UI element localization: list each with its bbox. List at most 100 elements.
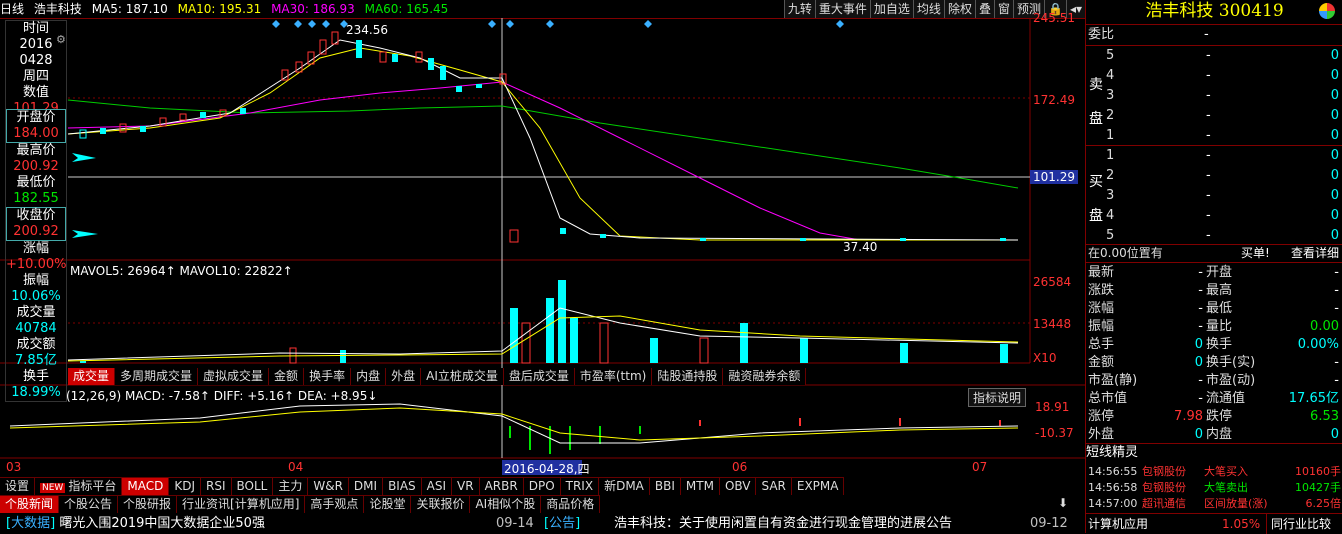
tab-obv[interactable]: OBV (719, 478, 757, 495)
tab-rsi[interactable]: RSI (201, 478, 232, 495)
industry-compare-button[interactable]: 同行业比较 (1266, 514, 1331, 534)
level-price: - (1206, 168, 1211, 183)
tab-main-force[interactable]: 主力 (273, 478, 309, 495)
volume-label: 成交量 (16, 305, 56, 320)
new-badge: NEW (40, 483, 66, 493)
exright-button[interactable]: 除权 (943, 0, 975, 18)
window-button[interactable]: 窗 (993, 0, 1013, 18)
crosshair-price: 101.29 (1030, 170, 1078, 184)
tab-macd[interactable]: MACD (122, 478, 170, 495)
level-vol: 0 (1330, 48, 1339, 63)
buy-level-4[interactable]: 4 - 0 (1086, 207, 1342, 225)
tab-amount[interactable]: 金额 (269, 368, 305, 385)
tab-related-quotes[interactable]: 关联报价 (411, 496, 471, 513)
tab-trix[interactable]: TRIX (560, 478, 600, 495)
level-vol: 0 (1330, 108, 1339, 123)
sell-level-5[interactable]: 5 - 0 (1086, 47, 1342, 65)
tab-virtual-volume[interactable]: 虚拟成交量 (198, 368, 270, 385)
tab-bias[interactable]: BIAS (383, 478, 422, 495)
tab-expma[interactable]: EXPMA (791, 478, 845, 495)
major-events-button[interactable]: 重大事件 (814, 0, 870, 18)
tab-stock-news[interactable]: 个股新闻 (0, 496, 60, 513)
quote-label-right: 流通值 (1206, 391, 1246, 406)
buy-level-1[interactable]: 1 - 0 (1086, 147, 1342, 165)
add-watchlist-button[interactable]: 加自选 (869, 0, 913, 18)
level-vol: 0 (1330, 88, 1339, 103)
ma60-label: MA60: 165.45 (364, 2, 449, 16)
sell-level-4[interactable]: 4 - 0 (1086, 67, 1342, 85)
ticker-text-1[interactable]: 曙光入围2019中国大数据企业50强 (59, 516, 265, 531)
tab-ai-volume[interactable]: AI立桩成交量 (421, 368, 504, 385)
tab-stock-research[interactable]: 个股研报 (118, 496, 178, 513)
tab-new-dma[interactable]: 新DMA (599, 478, 650, 495)
shortline-item[interactable]: 14:57:00 超讯通信 区间放量(涨) 6.25倍 (1086, 495, 1342, 513)
open-label: 开盘价 (16, 110, 56, 125)
tab-vr[interactable]: VR (452, 478, 480, 495)
weibi-row: 委比 - (1086, 26, 1342, 44)
level-num: 1 (1106, 128, 1115, 143)
price-axis-top: 245.51 (1033, 11, 1075, 25)
tab-multi-period-volume[interactable]: 多周期成交量 (115, 368, 199, 385)
sell-level-2[interactable]: 2 - 0 (1086, 107, 1342, 125)
tab-stock-announcements[interactable]: 个股公告 (59, 496, 119, 513)
sell-level-3[interactable]: 3 - 0 (1086, 87, 1342, 105)
quote-row: 涨幅 - 最低 - (1086, 300, 1342, 318)
buy-level-3[interactable]: 3 - 0 (1086, 187, 1342, 205)
tab-expert-views[interactable]: 高手观点 (305, 496, 365, 513)
quote-row: 总手 0 换手 0.00% (1086, 336, 1342, 354)
amount-value: 7.85亿 (15, 353, 57, 368)
tab-commodity[interactable]: 商品价格 (541, 496, 601, 513)
level-price: - (1206, 68, 1211, 83)
low-value: 182.55 (13, 191, 59, 206)
date-03: 03 (6, 460, 22, 474)
tab-boll[interactable]: BOLL (231, 478, 274, 495)
sell-level-1[interactable]: 1 - 0 (1086, 127, 1342, 145)
buy-level-2[interactable]: 2 - 0 (1086, 167, 1342, 185)
vol-axis-top: 26584 (1033, 275, 1072, 289)
tab-indicator-platform[interactable]: NEW 指标平台 (35, 478, 123, 495)
quote-value-right: 17.65亿 (1288, 391, 1339, 406)
tab-mtm[interactable]: MTM (680, 478, 720, 495)
ma-button[interactable]: 均线 (912, 0, 944, 18)
tab-dmi[interactable]: DMI (348, 478, 384, 495)
download-icon[interactable]: ⬇ (1058, 496, 1068, 510)
tab-pe-ttm[interactable]: 市盈率(ttm) (574, 368, 653, 385)
gear-icon[interactable]: ⚙ (56, 33, 66, 46)
tab-margin[interactable]: 融资融券余额 (723, 368, 807, 385)
tab-hk-connect[interactable]: 陆股通持股 (652, 368, 724, 385)
sector-footer[interactable]: 计算机应用 1.05% 同行业比较 (1086, 513, 1342, 534)
quote-label-left: 总市值 (1088, 391, 1128, 406)
tab-wr[interactable]: W&R (308, 478, 349, 495)
tab-volume[interactable]: 成交量 (68, 368, 116, 385)
vol-axis-unit: X10 (1033, 351, 1057, 365)
colorwheel-icon[interactable] (1319, 3, 1335, 19)
turnover-label: 换手 (22, 369, 49, 384)
jiuzhuan-button[interactable]: 九转 (783, 0, 815, 18)
tab-ai-similar[interactable]: AI相似个股 (470, 496, 542, 513)
tab-dpo[interactable]: DPO (523, 478, 561, 495)
tab-forum[interactable]: 论股堂 (364, 496, 412, 513)
overlay-button[interactable]: 叠 (974, 0, 994, 18)
view-detail-link[interactable]: 查看详细 (1291, 244, 1339, 262)
news-ticker[interactable]: [大数据] 曙光入围2019中国大数据企业50强 09-14 [公告] 浩丰科技… (0, 514, 1085, 533)
tab-turnover[interactable]: 换手率 (304, 368, 352, 385)
amplitude-label: 振幅 (22, 273, 49, 288)
tab-inner[interactable]: 内盘 (351, 368, 387, 385)
indicator-explain-button[interactable]: 指标说明 (968, 388, 1027, 407)
tab-outer[interactable]: 外盘 (386, 368, 422, 385)
quote-label-left: 涨幅 (1088, 301, 1115, 316)
tab-arbr[interactable]: ARBR (479, 478, 524, 495)
tab-bbi[interactable]: BBI (649, 478, 681, 495)
quote-label-right: 换手 (1206, 337, 1233, 352)
buy-level-5[interactable]: 5 - 0 (1086, 227, 1342, 245)
tab-kdj[interactable]: KDJ (169, 478, 201, 495)
tab-sar[interactable]: SAR (756, 478, 792, 495)
tab-asi[interactable]: ASI (421, 478, 453, 495)
order-note-row: 在0.00位置有 买单! 查看详细 (1086, 244, 1342, 262)
kline-chart[interactable] (0, 18, 1085, 488)
buy-order-link[interactable]: 买单! (1241, 244, 1270, 262)
tab-settings[interactable]: 设置 (0, 478, 36, 495)
ticker-text-2[interactable]: 浩丰科技：关于使用闲置自有资金进行现金管理的进展公告 (614, 514, 952, 533)
tab-after-hours[interactable]: 盘后成交量 (503, 368, 575, 385)
tab-industry-news[interactable]: 行业资讯[计算机应用] (177, 496, 306, 513)
